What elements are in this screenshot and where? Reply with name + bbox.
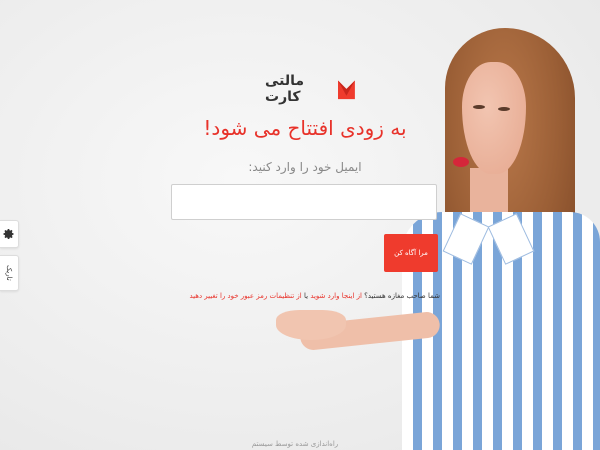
brand: مالتی کارت	[265, 73, 355, 105]
owner-login-link[interactable]: از اینجا وارد شوید	[310, 292, 362, 300]
owner-question: شما صاحب مغازه هستید؟	[364, 292, 440, 300]
dark-mode-label: تاریک	[5, 265, 13, 281]
gear-icon	[3, 229, 14, 240]
woman-eye	[473, 105, 485, 109]
brand-name: مالتی کارت	[265, 73, 305, 105]
email-field[interactable]	[171, 184, 437, 220]
dark-mode-button[interactable]: تاریک	[0, 255, 19, 291]
footer-text: راه‌اندازی شده توسط سیستم	[251, 440, 339, 448]
woman-eye	[498, 107, 510, 111]
shop-owner-line: شما صاحب مغازه هستید؟ از اینجا وارد شوید…	[170, 292, 440, 300]
owner-connector: یا	[303, 292, 309, 300]
owner-password-link[interactable]: از تنظیمات رمز عبور خود را تغییر دهید	[189, 292, 301, 300]
red-m-logo-icon	[338, 80, 355, 100]
woman-hand	[276, 310, 346, 340]
notify-me-button[interactable]: مرا آگاه کن	[384, 234, 438, 272]
email-prompt: ایمیل خود را وارد کنید:	[248, 160, 362, 174]
settings-button[interactable]	[0, 220, 19, 248]
page-headline: به زودی افتتاح می شود!	[203, 116, 407, 140]
woman-lips	[453, 157, 469, 167]
